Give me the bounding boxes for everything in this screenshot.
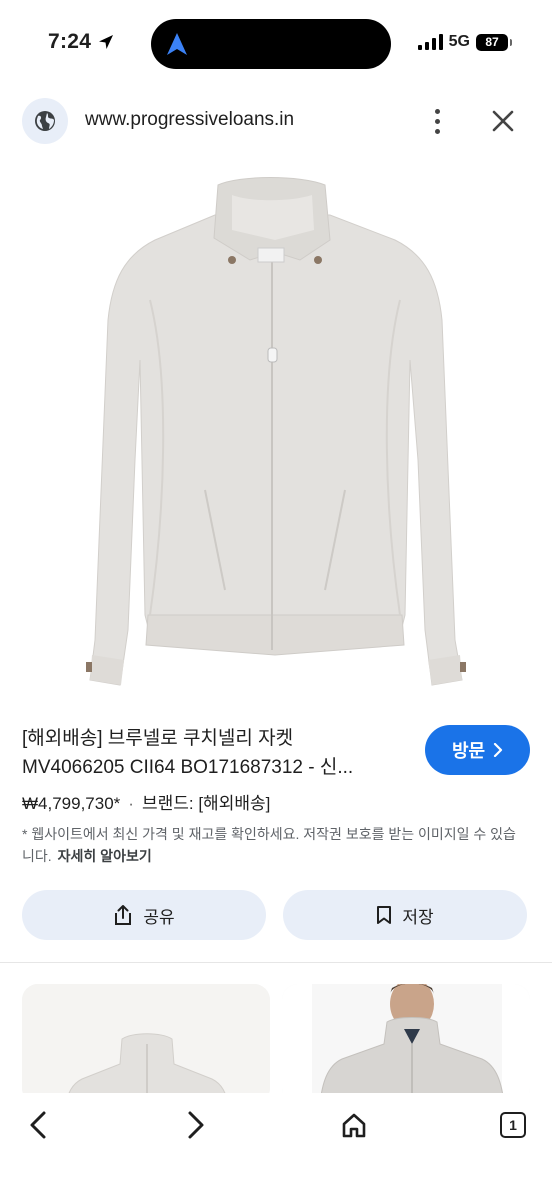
home-button[interactable]: [334, 1105, 374, 1145]
more-options-icon[interactable]: [424, 104, 450, 138]
status-time: 7:24: [48, 30, 115, 54]
related-jacket-thumb: [22, 984, 270, 1104]
visit-button[interactable]: 방문: [425, 725, 530, 775]
tabs-button[interactable]: 1: [493, 1105, 533, 1145]
url-text[interactable]: www.progressiveloans.in: [85, 109, 294, 131]
brand: 브랜드: [해외배송]: [141, 794, 271, 813]
share-button[interactable]: 공유: [22, 890, 266, 940]
status-indicators: 5G 87: [417, 33, 512, 51]
back-button[interactable]: [18, 1105, 58, 1145]
navigation-arrow-icon: [167, 33, 187, 55]
price-line: ₩4,799,730* · 브랜드: [해외배송]: [22, 789, 270, 814]
signal-icon: [417, 34, 443, 50]
related-image-1[interactable]: [22, 984, 270, 1104]
related-image-2[interactable]: [282, 984, 530, 1104]
related-model-thumb: [282, 984, 530, 1104]
battery-icon: 87: [476, 33, 512, 51]
url-bar: www.progressiveloans.in: [0, 96, 552, 146]
product-title[interactable]: [해외배송] 브루넬로 쿠치넬리 자켓 MV4066205 CII64 BO17…: [22, 724, 407, 782]
tab-count: 1: [500, 1112, 526, 1138]
learn-more-link[interactable]: 자세히 알아보기: [58, 848, 152, 864]
forward-button[interactable]: [176, 1105, 216, 1145]
status-bar: 7:24 5G 87: [0, 0, 552, 88]
share-icon: [115, 905, 132, 925]
chevron-right-icon: [493, 743, 503, 757]
jacket-illustration: [86, 177, 466, 686]
divider: [0, 962, 552, 963]
product-image[interactable]: [0, 160, 552, 695]
bottom-nav: 1: [0, 1093, 552, 1200]
site-info-button[interactable]: [22, 98, 68, 144]
price: ₩4,799,730*: [22, 794, 121, 813]
chevron-right-icon: [188, 1111, 204, 1139]
network-type: 5G: [448, 33, 470, 50]
save-button[interactable]: 저장: [283, 890, 527, 940]
bookmark-icon: [377, 906, 392, 924]
chevron-left-icon: [30, 1111, 46, 1139]
copyright-notice: * 웹사이트에서 최신 가격 및 재고를 확인하세요. 저작권 보호를 받는 이…: [22, 826, 516, 864]
separator-dot: ·: [128, 794, 134, 813]
location-arrow-icon: [99, 35, 114, 49]
globe-icon: [35, 111, 55, 131]
close-icon[interactable]: [486, 104, 520, 138]
home-icon: [342, 1113, 366, 1138]
